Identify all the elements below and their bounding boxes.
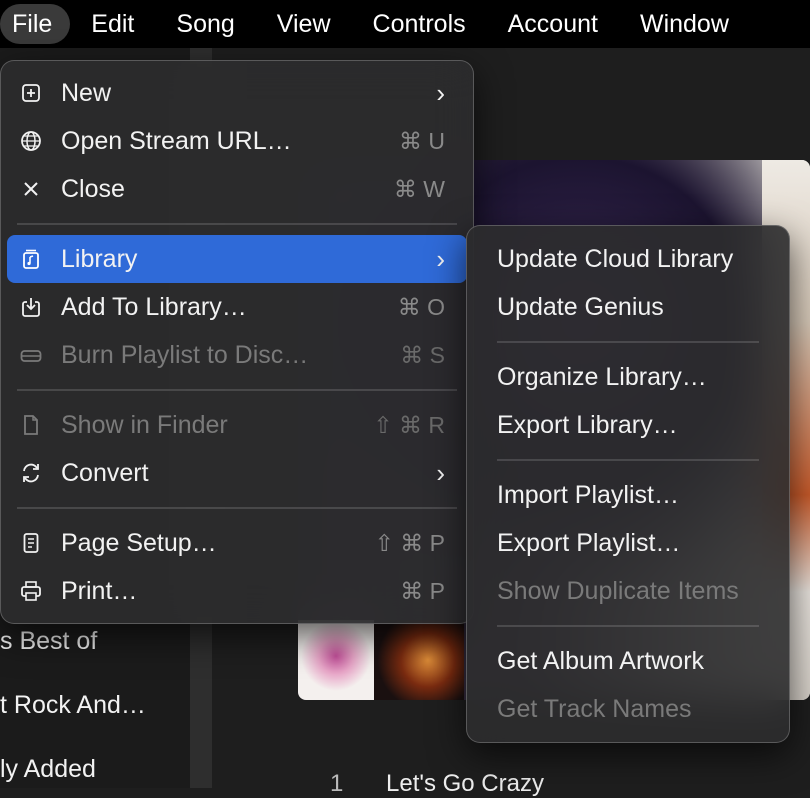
menu-item-page-setup[interactable]: Page Setup… ⇧ ⌘ P	[7, 519, 467, 567]
menu-item-print[interactable]: Print… ⌘ P	[7, 567, 467, 615]
menu-item-burn-playlist[interactable]: Burn Playlist to Disc… ⌘ S	[7, 331, 467, 379]
library-icon	[17, 245, 45, 273]
album-artwork-tile[interactable]	[374, 620, 464, 700]
page-icon	[17, 529, 45, 557]
chevron-right-icon: ›	[436, 243, 445, 274]
menu-window[interactable]: Window	[619, 4, 750, 44]
sidebar-item[interactable]: s Best of	[0, 627, 97, 656]
menu-separator	[497, 625, 759, 627]
menu-account[interactable]: Account	[487, 4, 619, 44]
library-submenu: Update Cloud Library Update Genius Organ…	[466, 225, 790, 743]
sidebar-item[interactable]: ly Added	[0, 755, 96, 784]
menu-item-label: Show Duplicate Items	[497, 576, 739, 605]
disc-drive-icon	[17, 341, 45, 369]
menu-item-show-duplicate-items[interactable]: Show Duplicate Items	[473, 567, 783, 615]
menu-item-export-playlist[interactable]: Export Playlist…	[473, 519, 783, 567]
menu-item-label: Export Library…	[497, 410, 678, 439]
menu-item-label: Get Album Artwork	[497, 646, 705, 675]
menu-item-label: Library	[61, 244, 138, 273]
shortcut: ⇧ ⌘ R	[373, 411, 445, 438]
menu-item-add-to-library[interactable]: Add To Library… ⌘ O	[7, 283, 467, 331]
menu-item-label: Close	[61, 174, 125, 203]
menu-item-get-track-names[interactable]: Get Track Names	[473, 685, 783, 733]
menu-item-label: Burn Playlist to Disc…	[61, 340, 309, 369]
printer-icon	[17, 577, 45, 605]
menu-item-label: Get Track Names	[497, 694, 692, 723]
shortcut: ⌘ S	[400, 341, 445, 368]
track-number: 1	[330, 770, 344, 797]
menu-bar: File Edit Song View Controls Account Win…	[0, 0, 810, 48]
menu-separator	[17, 223, 457, 225]
menu-item-close[interactable]: Close ⌘ W	[7, 165, 467, 213]
close-icon	[17, 175, 45, 203]
menu-song[interactable]: Song	[155, 4, 255, 44]
menu-item-convert[interactable]: Convert ›	[7, 449, 467, 497]
menu-separator	[497, 341, 759, 343]
menu-controls[interactable]: Controls	[352, 4, 487, 44]
menu-item-label: Import Playlist…	[497, 480, 679, 509]
menu-view[interactable]: View	[256, 4, 352, 44]
menu-item-label: Add To Library…	[61, 292, 247, 321]
menu-item-label: Export Playlist…	[497, 528, 681, 557]
shortcut: ⌘ P	[400, 577, 445, 604]
menu-separator	[17, 507, 457, 509]
menu-item-new[interactable]: New ›	[7, 69, 467, 117]
menu-file[interactable]: File	[0, 4, 71, 44]
menu-item-export-library[interactable]: Export Library…	[473, 401, 783, 449]
sidebar-item[interactable]: t Rock And…	[0, 691, 146, 720]
menu-edit[interactable]: Edit	[70, 4, 155, 44]
menu-item-update-cloud-library[interactable]: Update Cloud Library	[473, 235, 783, 283]
menu-item-label: Page Setup…	[61, 528, 217, 557]
download-tray-icon	[17, 293, 45, 321]
menu-item-update-genius[interactable]: Update Genius	[473, 283, 783, 331]
document-icon	[17, 411, 45, 439]
menu-item-label: Update Cloud Library	[497, 244, 734, 273]
menu-item-label: Open Stream URL…	[61, 126, 292, 155]
plus-square-icon	[17, 79, 45, 107]
menu-item-label: New	[61, 78, 112, 107]
menu-item-label: Organize Library…	[497, 362, 707, 391]
chevron-right-icon: ›	[436, 77, 445, 108]
menu-item-organize-library[interactable]: Organize Library…	[473, 353, 783, 401]
menu-item-import-playlist[interactable]: Import Playlist…	[473, 471, 783, 519]
menu-item-label: Update Genius	[497, 292, 664, 321]
chevron-right-icon: ›	[436, 457, 445, 488]
menu-separator	[17, 389, 457, 391]
menu-item-show-in-finder[interactable]: Show in Finder ⇧ ⌘ R	[7, 401, 467, 449]
track-title[interactable]: Let's Go Crazy	[386, 770, 544, 798]
album-artwork-tile[interactable]	[298, 620, 374, 700]
menu-item-label: Convert	[61, 458, 149, 487]
file-menu: New › Open Stream URL… ⌘ U Close ⌘ W Lib…	[0, 60, 474, 624]
menu-item-get-album-artwork[interactable]: Get Album Artwork	[473, 637, 783, 685]
menu-item-label: Print…	[61, 576, 138, 605]
shortcut: ⌘ O	[397, 293, 445, 320]
menu-item-label: Show in Finder	[61, 410, 228, 439]
shortcut: ⌘ U	[399, 127, 445, 154]
menu-separator	[497, 459, 759, 461]
menu-item-open-stream-url[interactable]: Open Stream URL… ⌘ U	[7, 117, 467, 165]
convert-arrows-icon	[17, 459, 45, 487]
shortcut: ⌘ W	[393, 175, 445, 202]
globe-icon	[17, 127, 45, 155]
shortcut: ⇧ ⌘ P	[374, 529, 445, 556]
menu-item-library[interactable]: Library ›	[7, 235, 467, 283]
